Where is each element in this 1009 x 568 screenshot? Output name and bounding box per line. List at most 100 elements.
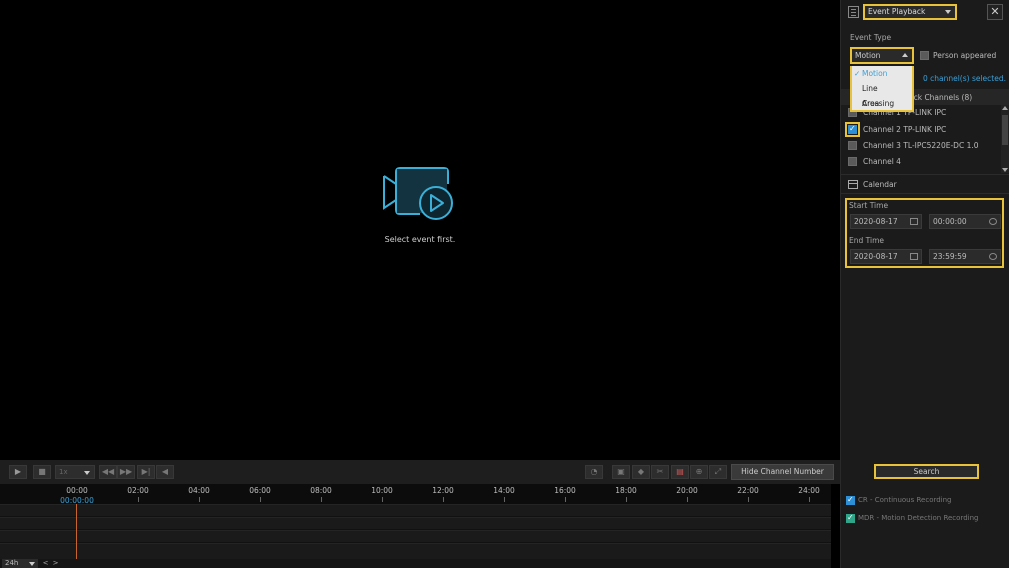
chevron-down-icon	[84, 471, 90, 475]
hour-label: 02:00	[127, 486, 149, 495]
timeline[interactable]: 00:00 02:00 04:00 06:00 08:00 10:00 12:0…	[0, 484, 831, 559]
start-date-value: 2020-08-17	[854, 217, 898, 226]
time-ruler[interactable]: 00:00 02:00 04:00 06:00 08:00 10:00 12:0…	[0, 484, 831, 505]
scroll-down-icon[interactable]	[1002, 168, 1008, 172]
timeline-track[interactable]	[0, 530, 831, 542]
calendar-toggle[interactable]: Calendar	[841, 174, 1009, 194]
hour-label: 10:00	[371, 486, 393, 495]
tick-mark	[199, 497, 200, 502]
placeholder-message: Select event first.	[384, 235, 456, 244]
timeline-scrollbar[interactable]	[0, 559, 831, 568]
option-label: Area Intrusion	[862, 99, 896, 123]
channel-checkbox[interactable]	[848, 157, 857, 166]
list-icon[interactable]	[848, 6, 859, 18]
calendar-icon[interactable]	[910, 218, 918, 225]
dropdown-option-motion[interactable]: ✓ Motion	[852, 66, 912, 81]
hour-label: 00:00	[66, 486, 88, 495]
clock-icon[interactable]	[989, 253, 997, 260]
hour-label: 12:00	[432, 486, 454, 495]
timeline-zoom-select[interactable]: 24h	[2, 559, 38, 568]
tag-icon[interactable]: ◆	[632, 465, 650, 479]
tick-mark	[382, 497, 383, 502]
channel-checkbox[interactable]	[845, 122, 860, 137]
selected-count: 0 channel(s) selected.	[922, 74, 1006, 83]
speed-value: 1x	[59, 468, 68, 476]
close-icon[interactable]: ✕	[987, 4, 1003, 20]
rewind-icon[interactable]: ◀◀	[99, 465, 117, 479]
chevron-left-icon[interactable]: <	[41, 559, 50, 568]
hour-label: 06:00	[249, 486, 271, 495]
chevron-up-icon	[902, 53, 908, 57]
timeline-track[interactable]	[0, 504, 831, 516]
chevron-right-icon[interactable]: >	[51, 559, 60, 568]
channel-label: Channel 4	[863, 157, 901, 166]
record-clip-icon[interactable]: ▤	[671, 465, 689, 479]
hour-label: 20:00	[676, 486, 698, 495]
end-time-field[interactable]: 23:59:59	[929, 249, 1001, 264]
end-time-value: 23:59:59	[933, 252, 967, 261]
tick-mark	[443, 497, 444, 502]
frame-step-icon[interactable]: ▶|	[137, 465, 155, 479]
calendar-icon[interactable]	[910, 253, 918, 260]
tick-mark	[138, 497, 139, 502]
tick-mark	[626, 497, 627, 502]
event-type-label: Event Type	[850, 33, 892, 42]
zoom-icon[interactable]: ⊕	[690, 465, 708, 479]
timeline-track[interactable]	[0, 517, 831, 529]
legend-label: MDR - Motion Detection Recording	[858, 514, 979, 522]
time-range-box: Start Time 2020-08-17 00:00:00 End Time …	[845, 198, 1004, 268]
clock-icon[interactable]	[989, 218, 997, 225]
lock-icon[interactable]: ▣	[612, 465, 630, 479]
channel-item[interactable]: Channel 3 TL-IPC5220E-DC 1.0	[841, 138, 1001, 154]
end-time-label: End Time	[849, 236, 884, 245]
playhead[interactable]	[76, 504, 77, 559]
tick-mark	[687, 497, 688, 502]
legend-checkbox[interactable]	[846, 495, 855, 505]
scroll-up-icon[interactable]	[1002, 106, 1008, 110]
timeline-track[interactable]	[0, 543, 831, 559]
calendar-label: Calendar	[863, 180, 897, 189]
start-time-label: Start Time	[849, 201, 889, 210]
stop-icon[interactable]: ■	[33, 465, 51, 479]
event-type-value: Motion	[855, 51, 881, 60]
calendar-icon	[848, 180, 858, 189]
option-label: Motion	[862, 69, 888, 78]
clock-sync-icon[interactable]: ◔	[585, 465, 603, 479]
channel-checkbox[interactable]	[848, 141, 857, 150]
video-display[interactable]: Select event first.	[0, 0, 840, 460]
playback-toolbar: ▶ ■ 1x ◀◀ ▶▶ ▶| ◀ ◔ ▣ ◆ ✂ ▤ ⊕ ⤢ Hide Cha…	[0, 460, 840, 484]
start-time-value: 00:00:00	[933, 217, 967, 226]
volume-icon[interactable]: ◀	[156, 465, 174, 479]
search-button[interactable]: Search	[874, 464, 979, 479]
channel-item[interactable]: Channel 4	[841, 154, 1001, 170]
playback-mode-value: Event Playback	[868, 7, 926, 16]
end-date-field[interactable]: 2020-08-17	[850, 249, 922, 264]
hour-label: 08:00	[310, 486, 332, 495]
hour-label: 04:00	[188, 486, 210, 495]
chevron-down-icon	[945, 10, 951, 14]
hour-label: 14:00	[493, 486, 515, 495]
start-date-field[interactable]: 2020-08-17	[850, 214, 922, 229]
start-time-field[interactable]: 00:00:00	[929, 214, 1001, 229]
playback-mode-select[interactable]: Event Playback	[863, 4, 957, 20]
channel-label: Channel 3 TL-IPC5220E-DC 1.0	[863, 141, 979, 150]
speed-select[interactable]: 1x	[55, 465, 95, 479]
dropdown-option-area-intrusion[interactable]: Area Intrusion	[852, 96, 912, 123]
fast-forward-icon[interactable]: ▶▶	[117, 465, 135, 479]
check-icon: ✓	[854, 69, 861, 78]
event-type-select[interactable]: Motion	[850, 47, 914, 64]
scissors-icon[interactable]: ✂	[651, 465, 669, 479]
app-window: Select event first. Event Playback ✕ Eve…	[0, 0, 1009, 568]
tick-mark	[504, 497, 505, 502]
scroll-thumb[interactable]	[1002, 115, 1008, 145]
channel-scrollbar[interactable]	[1001, 105, 1009, 173]
channels-header-label: ack Channels (8)	[909, 93, 973, 102]
dropdown-option-line-crossing[interactable]: Line Crossing	[852, 81, 912, 108]
person-appeared-label: Person appeared	[933, 51, 997, 60]
hour-label: 16:00	[554, 486, 576, 495]
hide-channel-number-button[interactable]: Hide Channel Number	[731, 464, 834, 480]
fullscreen-icon[interactable]: ⤢	[709, 465, 727, 479]
play-icon[interactable]: ▶	[9, 465, 27, 479]
person-appeared-checkbox[interactable]	[920, 51, 929, 60]
legend-checkbox[interactable]	[846, 513, 855, 523]
